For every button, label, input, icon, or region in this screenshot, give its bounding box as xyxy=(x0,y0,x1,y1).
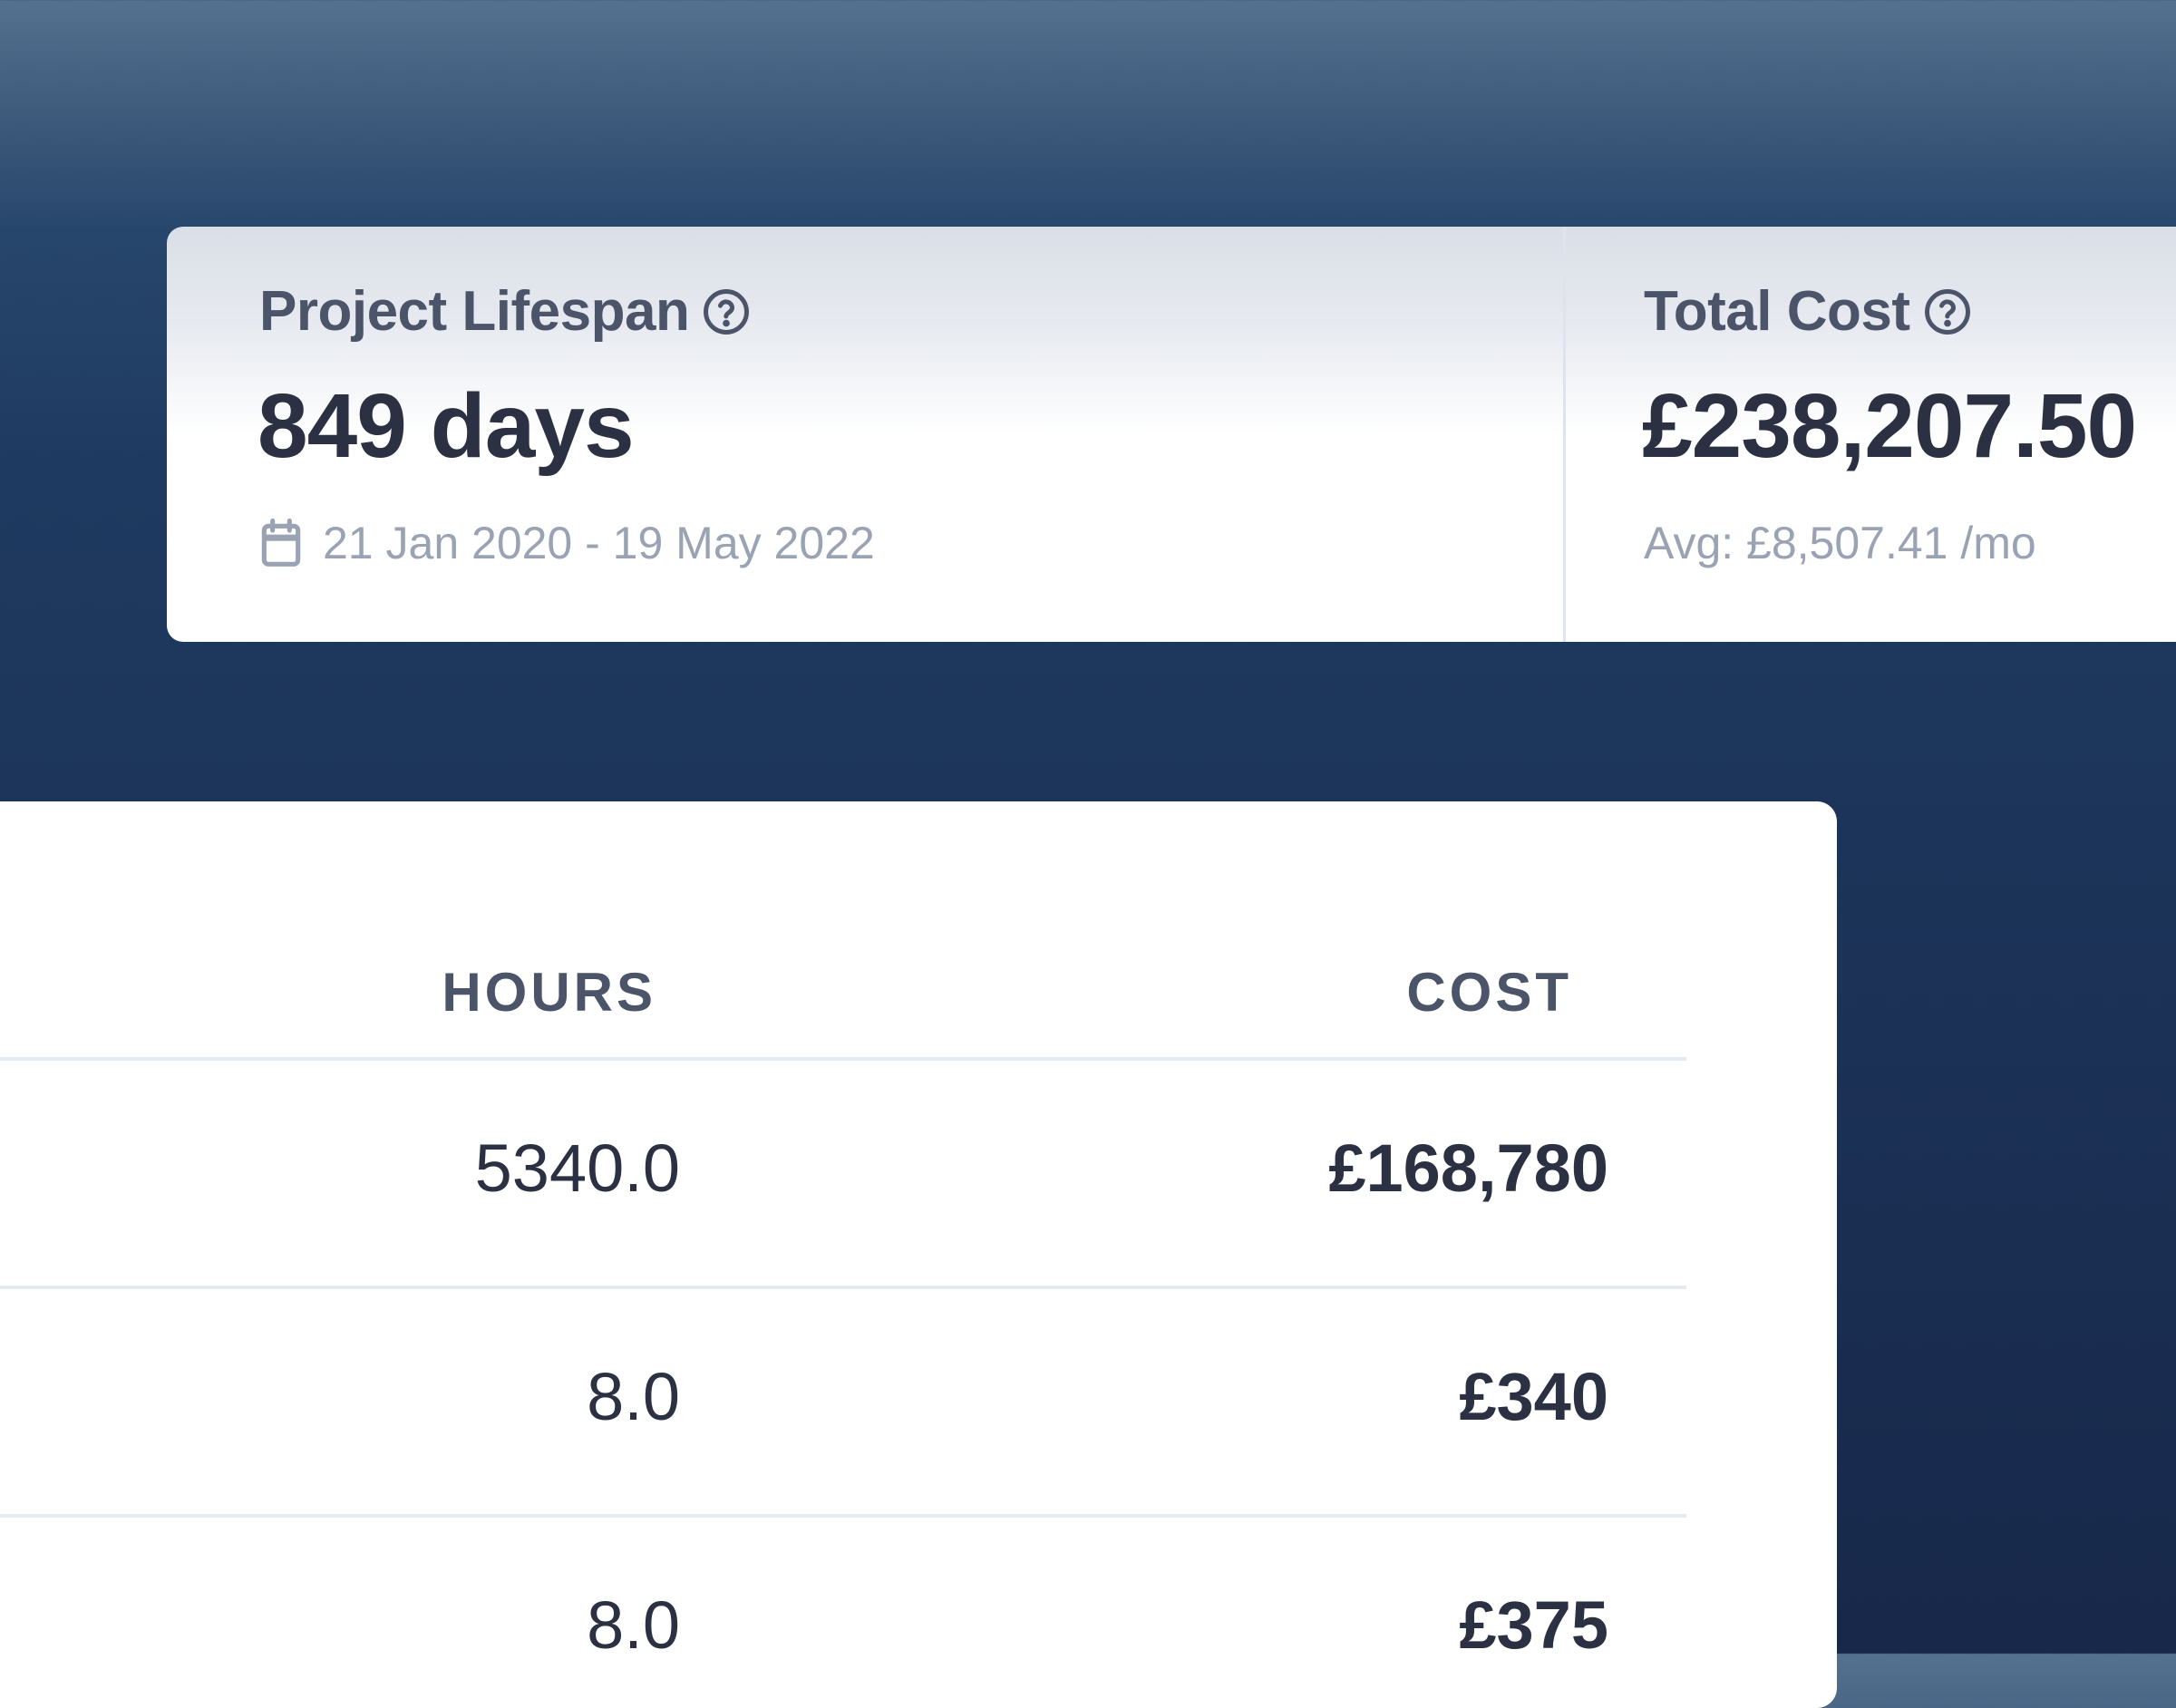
project-stats-card: Project Lifespan 849 days 21 Jan 2020 - xyxy=(167,227,2176,642)
total-cost-label-row: Total Cost xyxy=(1644,279,1972,344)
project-lifespan-label-row: Project Lifespan xyxy=(259,279,751,344)
table-header: HOURS COST xyxy=(0,801,1686,1061)
project-lifespan-value: 849 days xyxy=(257,375,635,477)
total-cost-label: Total Cost xyxy=(1644,280,1910,343)
hours-cell: 5340.0 xyxy=(474,1131,680,1206)
total-cost-value: £238,207.50 xyxy=(1642,375,2137,477)
table-row[interactable]: 8.0 £340 xyxy=(0,1289,1686,1518)
column-header-hours[interactable]: HOURS xyxy=(442,961,656,1024)
table-row[interactable]: 8.0 £375 xyxy=(0,1518,1686,1708)
project-date-range-row: 21 Jan 2020 - 19 May 2022 xyxy=(259,517,875,569)
project-lifespan-stat: Project Lifespan 849 days 21 Jan 2020 - xyxy=(167,227,1563,642)
cost-table-card: HOURS COST 5340.0 £168,780 8.0 £340 8.0 … xyxy=(0,801,1837,1708)
project-date-range: 21 Jan 2020 - 19 May 2022 xyxy=(323,518,875,568)
help-circle-icon[interactable] xyxy=(1923,287,1972,336)
cost-cell: £375 xyxy=(1459,1587,1608,1663)
cost-cell: £168,780 xyxy=(1328,1131,1608,1206)
project-lifespan-label: Project Lifespan xyxy=(259,280,690,343)
help-circle-icon[interactable] xyxy=(702,287,751,336)
hours-cell: 8.0 xyxy=(587,1359,680,1434)
total-cost-average: Avg: £8,507.41 /mo xyxy=(1644,518,2036,568)
cost-cell: £340 xyxy=(1459,1359,1608,1434)
hours-cell: 8.0 xyxy=(587,1587,680,1663)
table-row[interactable]: 5340.0 £168,780 xyxy=(0,1061,1686,1289)
column-header-cost[interactable]: COST xyxy=(1406,961,1572,1024)
total-cost-stat: Total Cost £238,207.50 Avg: £8,507.41 /m… xyxy=(1566,227,2176,642)
calendar-icon xyxy=(259,518,303,568)
